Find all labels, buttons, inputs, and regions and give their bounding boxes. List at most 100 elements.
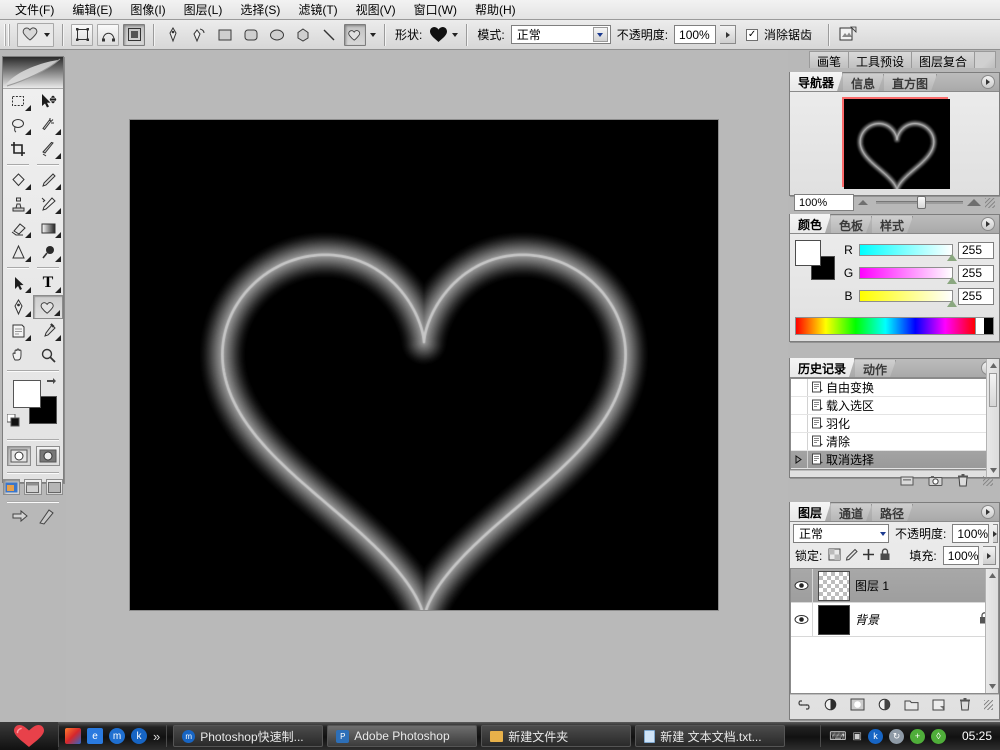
tool-flyout-triangle-icon[interactable] bbox=[55, 232, 61, 238]
antivirus-icon[interactable]: + bbox=[909, 728, 925, 744]
quick-mask-mode-button[interactable] bbox=[35, 446, 60, 466]
custom-shape-tool-button[interactable] bbox=[344, 23, 366, 46]
standard-mode-button[interactable] bbox=[6, 446, 31, 466]
tool-preset-picker[interactable] bbox=[17, 22, 54, 47]
tab-history[interactable]: 历史记录 bbox=[790, 358, 855, 377]
navigator-zoom-slider[interactable] bbox=[858, 196, 981, 210]
layer-row-background[interactable]: 背景 bbox=[791, 603, 998, 637]
history-item[interactable]: 自由变换 bbox=[791, 379, 998, 397]
show-desktop-icon[interactable] bbox=[65, 728, 81, 744]
well-tab-brushes[interactable]: 画笔 bbox=[808, 51, 849, 69]
swap-colors-icon[interactable] bbox=[46, 376, 57, 390]
tool-flyout-triangle-icon[interactable] bbox=[25, 232, 31, 238]
new-document-from-state-icon[interactable] bbox=[899, 473, 915, 488]
antialias-checkbox[interactable]: ✓ bbox=[746, 28, 759, 41]
tab-swatches[interactable]: 色板 bbox=[831, 216, 872, 233]
layer-thumbnail-layer1[interactable] bbox=[818, 570, 850, 601]
color-panel-menu-icon[interactable] bbox=[981, 217, 995, 231]
blue-value[interactable]: 255 bbox=[958, 287, 994, 305]
link-layers-icon[interactable] bbox=[796, 697, 812, 712]
tab-info[interactable]: 信息 bbox=[843, 74, 884, 91]
history-current-state-marker[interactable] bbox=[791, 451, 808, 468]
tab-channels[interactable]: 通道 bbox=[831, 504, 872, 521]
navigator-slider-knob[interactable] bbox=[917, 196, 927, 209]
shape-options-chevron-down-icon[interactable] bbox=[370, 32, 376, 37]
antialias-checkbox-group[interactable]: ✓ 消除锯齿 bbox=[746, 26, 814, 43]
taskbar-item-0[interactable]: m Photoshop快速制... bbox=[173, 725, 324, 747]
kugou-icon[interactable]: k bbox=[131, 728, 147, 744]
workspace-area[interactable] bbox=[66, 50, 788, 722]
red-slider-knob[interactable] bbox=[947, 254, 957, 261]
green-value[interactable]: 255 bbox=[958, 264, 994, 282]
shape-preview-heart-icon[interactable] bbox=[428, 26, 448, 44]
tool-preset-chevron-down-icon[interactable] bbox=[44, 32, 50, 37]
navigator-thumbnail[interactable] bbox=[841, 97, 950, 189]
tab-actions[interactable]: 动作 bbox=[855, 360, 896, 377]
history-snapshot-source-toggle[interactable] bbox=[791, 415, 808, 432]
tab-styles[interactable]: 样式 bbox=[872, 216, 913, 233]
layer-visibility-eye-icon[interactable] bbox=[791, 603, 813, 636]
zoom-out-icon[interactable] bbox=[858, 200, 868, 205]
tool-flyout-triangle-icon[interactable] bbox=[55, 208, 61, 214]
layer-blend-chevron-down-icon[interactable] bbox=[880, 531, 886, 536]
gradient-tool[interactable] bbox=[33, 216, 63, 240]
layer-visibility-eye-icon[interactable] bbox=[791, 569, 813, 602]
tool-flyout-triangle-icon[interactable] bbox=[25, 208, 31, 214]
history-scroll-down-icon[interactable] bbox=[987, 464, 999, 477]
brush-tool[interactable] bbox=[33, 168, 63, 192]
tool-flyout-triangle-icon[interactable] bbox=[55, 287, 61, 293]
tool-flyout-triangle-icon[interactable] bbox=[25, 184, 31, 190]
tool-flyout-triangle-icon[interactable] bbox=[25, 335, 31, 341]
history-snapshot-source-toggle[interactable] bbox=[791, 379, 808, 396]
keyboard-icon[interactable]: ⌨ bbox=[829, 729, 846, 743]
layer-style-icon[interactable] bbox=[824, 697, 838, 712]
menu-layer[interactable]: 图层(L) bbox=[175, 1, 232, 19]
polygon-tool-button[interactable] bbox=[292, 24, 314, 46]
tool-flyout-triangle-icon[interactable] bbox=[55, 184, 61, 190]
layer-row-layer1[interactable]: 图层 1 bbox=[791, 569, 998, 603]
layers-scroll-down-icon[interactable] bbox=[986, 680, 998, 693]
blue-slider[interactable] bbox=[859, 290, 957, 307]
layer-opacity-input[interactable]: 100% bbox=[952, 524, 990, 543]
rounded-rectangle-tool-button[interactable] bbox=[240, 24, 262, 46]
tool-flyout-triangle-icon[interactable] bbox=[25, 129, 31, 135]
taskbar-item-2[interactable]: 新建文件夹 bbox=[481, 725, 632, 747]
menu-view[interactable]: 视图(V) bbox=[347, 1, 405, 19]
slice-tool[interactable] bbox=[33, 137, 63, 161]
navigator-resize-grip[interactable] bbox=[985, 197, 995, 208]
eyedropper-tool[interactable] bbox=[33, 319, 63, 343]
tool-flyout-triangle-icon[interactable] bbox=[25, 105, 31, 111]
crop-tool[interactable] bbox=[3, 137, 33, 161]
taskbar-item-3[interactable]: 新建 文本文档.txt... bbox=[635, 725, 786, 747]
tab-histogram[interactable]: 直方图 bbox=[884, 74, 937, 91]
history-scroll-up-icon[interactable] bbox=[987, 359, 999, 372]
line-tool-button[interactable] bbox=[318, 24, 340, 46]
layer-thumbnail-background[interactable] bbox=[818, 604, 850, 635]
custom-shape-tool[interactable] bbox=[33, 295, 63, 319]
well-tab-tool-presets[interactable]: 工具预设 bbox=[847, 51, 912, 69]
layer-fill-flyout-button[interactable] bbox=[983, 546, 996, 565]
history-scrollbar[interactable] bbox=[986, 359, 999, 477]
menu-help[interactable]: 帮助(H) bbox=[466, 1, 525, 19]
type-tool[interactable]: T bbox=[33, 271, 63, 295]
lock-position-icon[interactable] bbox=[862, 548, 875, 564]
blend-mode-select[interactable]: 正常 bbox=[510, 25, 611, 44]
taskbar-item-1[interactable]: P Adobe Photoshop bbox=[327, 725, 478, 747]
document-canvas[interactable] bbox=[130, 120, 718, 610]
blend-mode-chevron-down-icon[interactable] bbox=[592, 27, 608, 42]
menu-select[interactable]: 选择(S) bbox=[231, 1, 289, 19]
zoom-in-icon[interactable] bbox=[967, 199, 981, 206]
tool-flyout-triangle-icon[interactable] bbox=[55, 129, 61, 135]
history-item[interactable]: 羽化 bbox=[791, 415, 998, 433]
pen-tool-button[interactable] bbox=[162, 24, 184, 46]
layer-name-background[interactable]: 背景 bbox=[855, 611, 979, 628]
history-item[interactable]: 取消选择 bbox=[791, 451, 998, 469]
menu-filter[interactable]: 滤镜(T) bbox=[289, 1, 346, 19]
menu-edit[interactable]: 编辑(E) bbox=[63, 1, 121, 19]
default-colors-icon[interactable] bbox=[6, 413, 20, 427]
start-button[interactable] bbox=[0, 722, 58, 750]
zoom-tool[interactable] bbox=[33, 343, 63, 367]
update-icon[interactable]: ↻ bbox=[888, 728, 904, 744]
color-foreground-swatch[interactable] bbox=[795, 240, 821, 266]
delete-layer-icon[interactable] bbox=[957, 697, 971, 712]
